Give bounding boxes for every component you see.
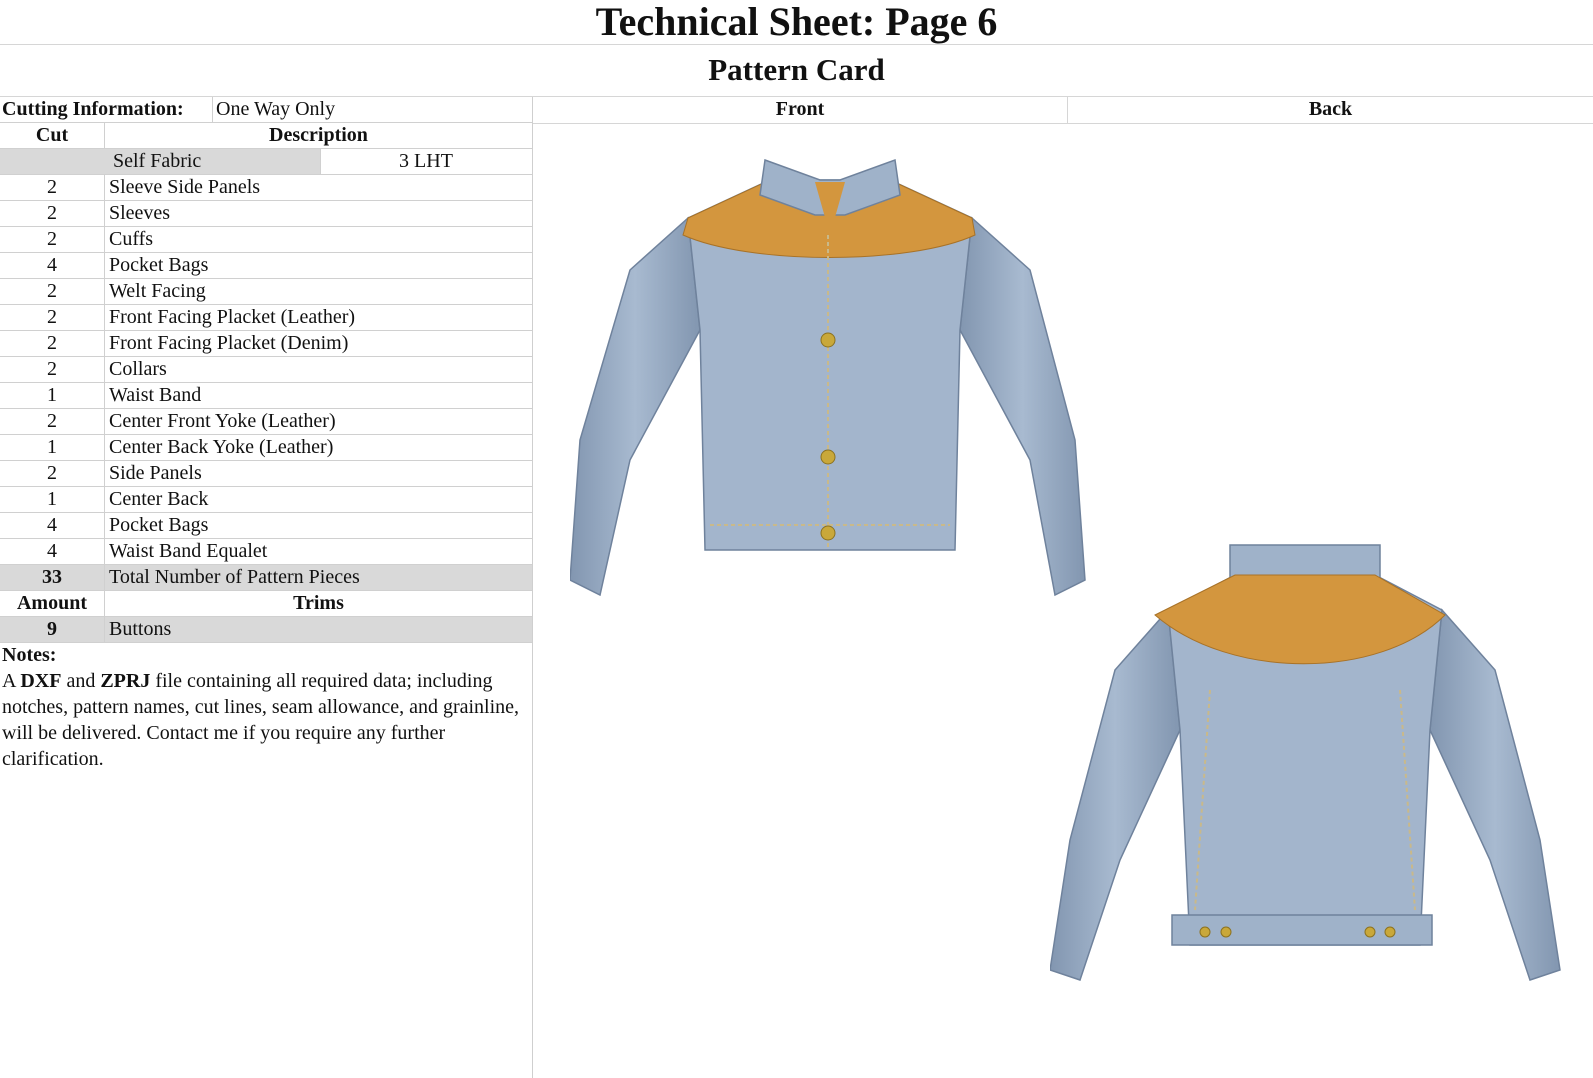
trims-amount: 9	[0, 617, 105, 642]
row-cut: 1	[0, 435, 105, 460]
table-header-row: Cut Description	[0, 123, 532, 149]
cutting-info-row: Cutting Information: One Way Only	[0, 97, 532, 123]
row-cut: 4	[0, 539, 105, 564]
col-description-header: Description	[269, 124, 368, 146]
table-row: 2 Front Facing Placket (Denim)	[0, 331, 532, 357]
self-fabric-label: Self Fabric	[0, 149, 321, 174]
row-description: Side Panels	[109, 462, 202, 484]
total-cut: 33	[0, 565, 105, 590]
back-view-header: Back	[1068, 97, 1593, 124]
row-description: Pocket Bags	[109, 254, 209, 276]
row-cut: 2	[0, 409, 105, 434]
row-description: Front Facing Placket (Leather)	[109, 306, 356, 328]
row-cut: 2	[0, 331, 105, 356]
page-subtitle: Pattern Card	[0, 46, 1593, 97]
trims-row: 9 Buttons	[0, 617, 532, 643]
row-cut: 2	[0, 305, 105, 330]
table-row: 2 Front Facing Placket (Leather)	[0, 305, 532, 331]
row-cut: 1	[0, 487, 105, 512]
pattern-table-panel: Cutting Information: One Way Only Cut De…	[0, 97, 533, 1078]
table-row: 4 Waist Band Equalet	[0, 539, 532, 565]
row-description: Center Back Yoke (Leather)	[109, 436, 334, 458]
pattern-rows: 2 Sleeve Side Panels 2 Sleeves 2 Cuffs 4 Pocket…	[0, 175, 532, 565]
total-label: Total Number of Pattern Pieces	[109, 566, 360, 588]
front-view-header: Front	[533, 97, 1068, 124]
row-description: Waist Band Equalet	[109, 540, 268, 562]
table-row: 2 Welt Facing	[0, 279, 532, 305]
total-row: 33 Total Number of Pattern Pieces	[0, 565, 532, 591]
page-title: Technical Sheet: Page 6	[0, 0, 1593, 45]
row-cut: 4	[0, 253, 105, 278]
table-row: 1 Center Back Yoke (Leather)	[0, 435, 532, 461]
row-description: Sleeves	[109, 202, 171, 224]
table-row: 1 Center Back	[0, 487, 532, 513]
jacket-back-image	[1050, 544, 1561, 981]
row-cut: 2	[0, 357, 105, 382]
jacket-front-image	[570, 158, 1086, 597]
row-description: Waist Band	[109, 384, 202, 406]
self-fabric-value: 3 LHT	[399, 150, 453, 172]
row-cut: 1	[0, 383, 105, 408]
notes-title: Notes:	[2, 644, 57, 666]
row-cut: 2	[0, 201, 105, 226]
self-fabric-row: Self Fabric 3 LHT	[0, 149, 532, 175]
row-cut: 2	[0, 227, 105, 252]
cutting-info-value: One Way Only	[216, 98, 336, 120]
row-description: Front Facing Placket (Denim)	[109, 332, 349, 354]
table-row: 4 Pocket Bags	[0, 253, 532, 279]
table-row: 2 Center Front Yoke (Leather)	[0, 409, 532, 435]
col-trims-header: Trims	[293, 592, 344, 614]
row-description: Center Back	[109, 488, 209, 510]
table-row: 2 Side Panels	[0, 461, 532, 487]
row-description: Center Front Yoke (Leather)	[109, 410, 336, 432]
row-cut: 4	[0, 513, 105, 538]
notes-body: A DXF and ZPRJ file containing all requi…	[2, 670, 520, 770]
cutting-info-label: Cutting Information:	[2, 97, 213, 122]
table-row: 2 Sleeve Side Panels	[0, 175, 532, 201]
notes-zprj: ZPRJ	[100, 670, 151, 692]
row-description: Sleeve Side Panels	[109, 176, 261, 198]
table-row: 1 Waist Band	[0, 383, 532, 409]
table-row: 2 Cuffs	[0, 227, 532, 253]
trims-item: Buttons	[109, 618, 172, 640]
row-cut: 2	[0, 175, 105, 200]
table-row: 2 Sleeves	[0, 201, 532, 227]
col-cut-header: Cut	[0, 123, 105, 148]
table-row: 2 Collars	[0, 357, 532, 383]
row-cut: 2	[0, 461, 105, 486]
row-description: Collars	[109, 358, 167, 380]
row-description: Welt Facing	[109, 280, 206, 302]
notes-dxf: DXF	[20, 670, 62, 692]
row-description: Cuffs	[109, 228, 154, 250]
row-description: Pocket Bags	[109, 514, 209, 536]
table-row: 4 Pocket Bags	[0, 513, 532, 539]
trims-header-row: Amount Trims	[0, 591, 532, 617]
col-amount-header: Amount	[0, 591, 105, 616]
row-cut: 2	[0, 279, 105, 304]
